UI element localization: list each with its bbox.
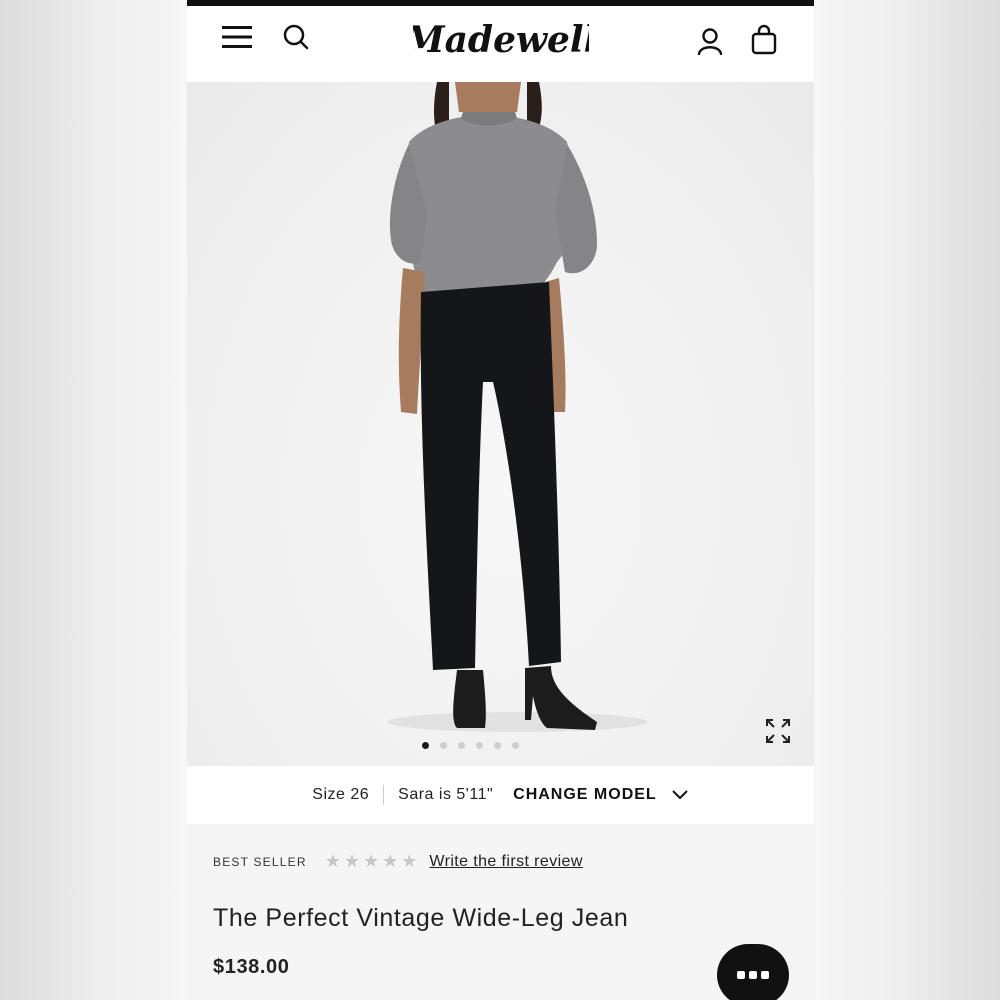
search-icon[interactable] — [279, 20, 313, 54]
model-height: Sara is 5'11" — [398, 786, 494, 803]
brand-logo-text: Madewell — [413, 19, 589, 61]
account-icon[interactable] — [693, 24, 727, 58]
best-seller-badge: BEST SELLER — [213, 855, 307, 869]
chat-dot — [761, 971, 769, 979]
star-icon: ★ — [382, 851, 399, 872]
gallery-dot-1[interactable] — [422, 741, 429, 749]
rating-row: BEST SELLER ★ ★ ★ ★ ★ Write the first re… — [213, 850, 583, 874]
chevron-down-icon — [671, 790, 688, 800]
model-info-bar: Size 26 Sara is 5'11" CHANGE MODEL — [187, 766, 814, 824]
gallery-dot-5[interactable] — [494, 741, 501, 749]
site-header: Madewell — [187, 6, 814, 82]
gallery-pagination — [187, 739, 814, 751]
product-photo — [387, 82, 647, 732]
product-title: The Perfect Vintage Wide-Leg Jean — [213, 904, 629, 932]
product-price: $138.00 — [213, 956, 290, 978]
chat-dot — [749, 971, 757, 979]
divider — [383, 785, 385, 805]
gallery-dot-4[interactable] — [476, 741, 483, 749]
star-rating: ★ ★ ★ ★ ★ — [325, 853, 418, 871]
change-model-label: CHANGE MODEL — [513, 786, 657, 803]
phone-screen: Madewell Size 26 Sara is 5'11" CHANGE MO… — [187, 0, 814, 1000]
gallery-dot-6[interactable] — [512, 741, 519, 749]
star-icon: ★ — [343, 851, 360, 872]
change-model-button[interactable]: CHANGE MODEL — [513, 786, 689, 804]
shopping-bag-icon[interactable] — [747, 22, 781, 58]
product-image-gallery[interactable] — [187, 82, 814, 766]
star-icon: ★ — [324, 851, 341, 872]
star-icon: ★ — [362, 851, 380, 872]
chat-icon[interactable] — [717, 944, 789, 1000]
chat-dot — [737, 971, 745, 979]
model-size: Size 26 — [312, 786, 370, 803]
menu-icon[interactable] — [217, 20, 257, 54]
gallery-dot-3[interactable] — [458, 741, 465, 749]
star-icon: ★ — [401, 851, 418, 872]
gallery-dot-2[interactable] — [440, 741, 447, 749]
write-review-link[interactable]: Write the first review — [429, 853, 582, 871]
brand-logo[interactable]: Madewell — [413, 12, 589, 66]
